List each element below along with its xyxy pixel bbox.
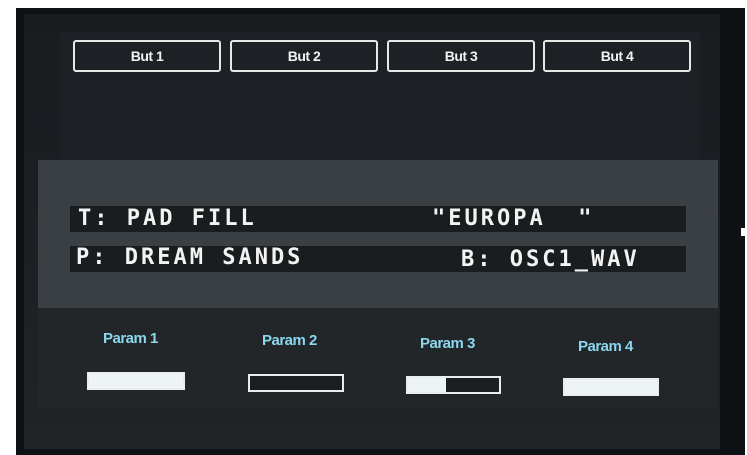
param-4-bar[interactable] [563, 378, 659, 396]
param-3-label: Param 3 [420, 335, 475, 352]
bezel-mark [741, 228, 745, 236]
bezel-mark [10, 228, 14, 236]
param-1-fill [89, 374, 183, 388]
param-1-label: Param 1 [103, 330, 158, 347]
param-2-bar[interactable] [248, 374, 344, 392]
but-1-button[interactable]: But 1 [73, 40, 221, 72]
patch-line: P: DREAM SANDS [76, 245, 304, 270]
tone-line: T: PAD FILL [78, 206, 257, 231]
param-2-label: Param 2 [262, 332, 317, 349]
param-1-bar[interactable] [87, 372, 185, 390]
info-area [38, 160, 718, 308]
param-3-fill [408, 378, 447, 392]
but-4-button[interactable]: But 4 [543, 40, 691, 72]
but-2-button[interactable]: But 2 [230, 40, 378, 72]
param-4-fill [565, 380, 657, 394]
param-4-label: Param 4 [578, 338, 633, 355]
tone-name: "EUROPA " [432, 206, 595, 231]
bezel-mark [376, 4, 384, 7]
but-3-button[interactable]: But 3 [387, 40, 535, 72]
bank-line: B: OSC1_WAV [461, 247, 640, 272]
param-3-bar[interactable] [406, 376, 501, 394]
